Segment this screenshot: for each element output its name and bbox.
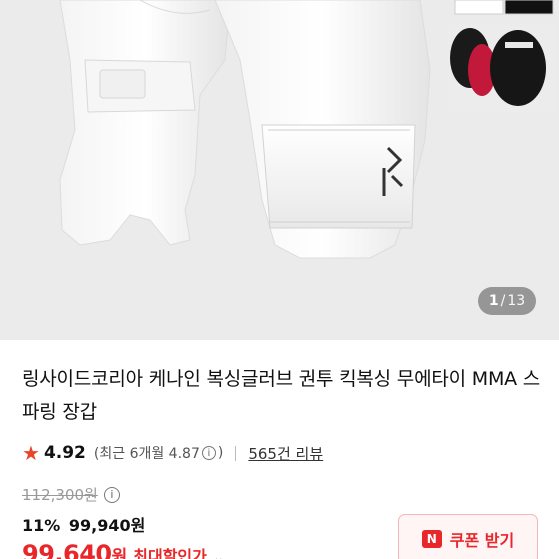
recent-rating-suffix: ) — [217, 445, 224, 461]
product-image-gallery[interactable]: 1 / 13 — [0, 0, 559, 340]
get-coupon-label: 쿠폰 받기 — [449, 531, 515, 550]
sale-price-row: 11% 99,940원 — [22, 512, 145, 536]
image-counter-badge: 1 / 13 — [478, 287, 536, 315]
image-counter-separator: / — [500, 293, 506, 309]
original-price: 112,300원 — [22, 486, 98, 504]
rating-row: ★ 4.92 (최근 6개월 4.87 i ) 565건 리뷰 — [22, 441, 323, 465]
star-icon: ★ — [22, 441, 40, 465]
original-price-row: 112,300원 i — [22, 484, 122, 505]
product-image — [0, 0, 559, 340]
divider — [235, 445, 237, 461]
info-icon[interactable]: i — [201, 446, 216, 460]
image-counter-total: 13 — [507, 293, 526, 309]
final-price: 99,640 — [22, 540, 112, 559]
final-price-unit: 원 — [111, 547, 128, 559]
chevron-down-icon[interactable]: ⌄ — [213, 550, 225, 559]
product-title: 링사이드코리아 케나인 복싱글러브 권투 킥복싱 무에타이 MMA 스파링 장갑 — [22, 368, 541, 423]
get-coupon-button[interactable]: N 쿠폰 받기 — [398, 514, 538, 559]
max-discount-label: 최대할인가 — [133, 547, 207, 559]
naver-logo-icon: N — [421, 530, 442, 548]
discount-rate: 11% — [22, 516, 61, 535]
sale-price: 99,940원 — [68, 516, 146, 535]
max-discount-price-row[interactable]: 99,640 원 최대할인가 ⌄ — [22, 540, 225, 559]
recent-rating-prefix: (최근 6개월 4.87 — [93, 446, 200, 462]
image-counter-current: 1 — [488, 293, 499, 309]
price-info-icon[interactable]: i — [103, 486, 120, 503]
review-count-link[interactable]: 565건 리뷰 — [248, 443, 323, 464]
rating-score: 4.92 — [43, 443, 86, 463]
